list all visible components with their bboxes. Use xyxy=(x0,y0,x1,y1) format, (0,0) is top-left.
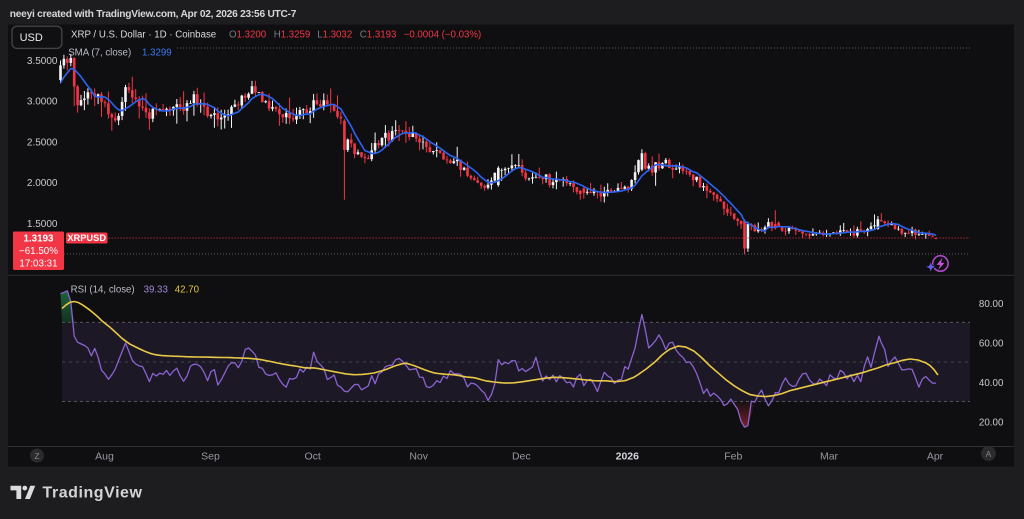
svg-text:17:03:31: 17:03:31 xyxy=(19,259,57,270)
svg-text:−61.50%: −61.50% xyxy=(19,246,58,257)
svg-text:H1.3259: H1.3259 xyxy=(274,30,311,41)
svg-text:20.00: 20.00 xyxy=(979,418,1004,429)
svg-text:USD: USD xyxy=(20,32,43,44)
svg-text:2026: 2026 xyxy=(616,451,640,463)
svg-text:−0.0004 (−0.03%): −0.0004 (−0.03%) xyxy=(404,30,482,41)
svg-text:42.70: 42.70 xyxy=(175,285,200,296)
svg-text:Aug: Aug xyxy=(95,451,114,463)
svg-text:O1.3200: O1.3200 xyxy=(229,30,267,41)
svg-text:C1.3193: C1.3193 xyxy=(360,30,397,41)
svg-text:1.5000: 1.5000 xyxy=(27,219,58,230)
svg-text:80.00: 80.00 xyxy=(979,299,1004,310)
svg-text:Feb: Feb xyxy=(724,451,742,463)
svg-text:XRPUSD: XRPUSD xyxy=(67,233,106,243)
svg-text:TradingView: TradingView xyxy=(43,485,143,502)
svg-text:Nov: Nov xyxy=(409,451,428,463)
svg-text:Mar: Mar xyxy=(820,451,839,463)
svg-text:1.3193: 1.3193 xyxy=(24,234,55,245)
svg-text:Dec: Dec xyxy=(512,451,531,463)
svg-text:RSI (14, close): RSI (14, close) xyxy=(71,285,135,296)
svg-text:2.5000: 2.5000 xyxy=(27,137,58,148)
svg-text:60.00: 60.00 xyxy=(979,339,1004,350)
svg-text:XRP / U.S. Dollar · 1D · Coinb: XRP / U.S. Dollar · 1D · Coinbase xyxy=(71,30,216,41)
svg-text:Sep: Sep xyxy=(201,451,220,463)
svg-text:Z: Z xyxy=(34,451,39,461)
svg-text:A: A xyxy=(986,449,992,459)
svg-text:Oct: Oct xyxy=(305,451,321,463)
svg-text:L1.3032: L1.3032 xyxy=(317,30,352,41)
svg-text:40.00: 40.00 xyxy=(979,378,1004,389)
svg-text:SMA (7, close): SMA (7, close) xyxy=(68,48,131,59)
svg-text:39.33: 39.33 xyxy=(144,285,168,296)
svg-text:Apr: Apr xyxy=(927,451,944,463)
svg-text:3.5000: 3.5000 xyxy=(27,56,58,67)
svg-text:1.3299: 1.3299 xyxy=(142,48,172,59)
svg-text:neeyi created with TradingView: neeyi created with TradingView.com, Apr … xyxy=(10,9,297,20)
svg-text:3.0000: 3.0000 xyxy=(27,97,58,108)
svg-text:2.0000: 2.0000 xyxy=(27,178,58,189)
